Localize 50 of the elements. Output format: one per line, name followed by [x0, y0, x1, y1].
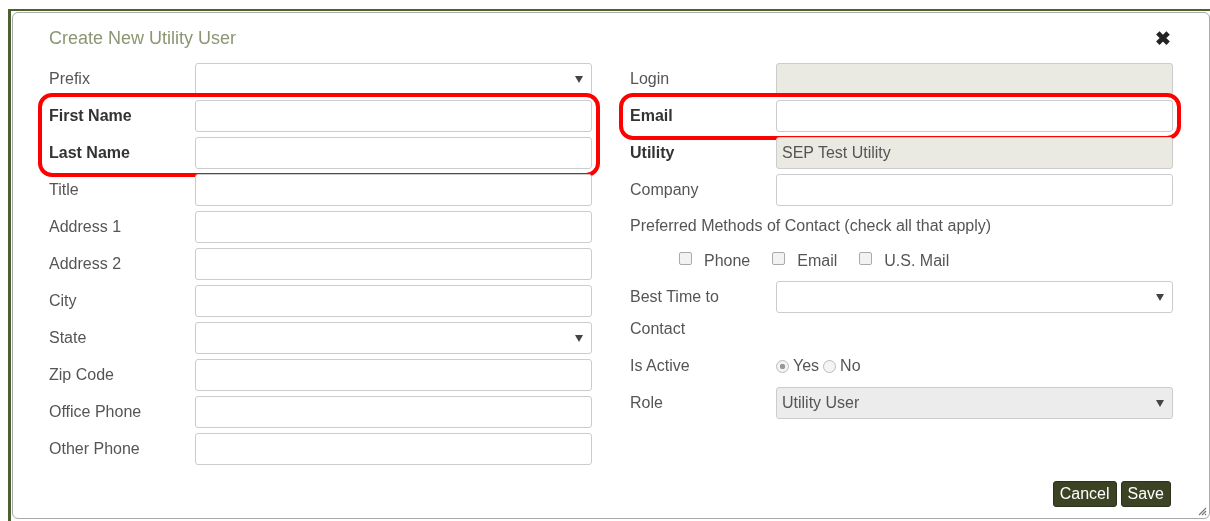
radio-label: No: [840, 357, 861, 375]
field-label: Last Name: [49, 143, 131, 163]
input-field[interactable]: [195, 211, 592, 243]
field-label: Best Time to Contact: [630, 287, 720, 339]
field-label: Other Phone: [49, 439, 141, 459]
input-field[interactable]: [195, 137, 592, 169]
input-field[interactable]: [195, 248, 592, 280]
field-label: Title: [49, 180, 80, 200]
checkbox-label: U.S. Mail: [884, 252, 950, 270]
dialog-button[interactable]: Save: [1120, 481, 1171, 507]
checkbox[interactable]: [772, 251, 786, 265]
input-field[interactable]: [776, 100, 1173, 132]
checkbox-label: Email: [797, 252, 838, 270]
dropdown[interactable]: [195, 63, 592, 95]
field-label: Is Active: [630, 356, 691, 376]
field-label: State: [49, 328, 88, 348]
field-label: Address 2: [49, 254, 123, 274]
dialog-title: Create New Utility User: [49, 27, 237, 49]
field-label: First Name: [49, 106, 133, 126]
field-label: Office Phone: [49, 402, 143, 422]
input-field[interactable]: [195, 100, 592, 132]
radio-button[interactable]: [776, 359, 789, 373]
radio-label: Yes: [793, 357, 820, 375]
caret-icon: [1156, 399, 1164, 407]
field-label: Prefix: [49, 69, 91, 89]
caret-icon: [575, 75, 583, 83]
field-label: Role: [630, 393, 664, 413]
field-label: Email: [630, 106, 674, 126]
input-field[interactable]: [776, 174, 1173, 206]
checkbox[interactable]: [859, 251, 873, 265]
checkbox[interactable]: [679, 251, 692, 265]
close-button[interactable]: ✖: [1155, 26, 1171, 50]
checkbox-label: Phone: [704, 252, 751, 270]
radio-button[interactable]: [823, 359, 837, 373]
input-field[interactable]: [195, 359, 592, 391]
input-field[interactable]: [195, 433, 592, 465]
caret-icon: [1156, 293, 1164, 301]
resize-grip-icon[interactable]: [1197, 506, 1207, 516]
input-field[interactable]: [195, 396, 592, 428]
field-label: City: [49, 291, 78, 311]
caret-icon: [575, 334, 583, 342]
field-label: Address 1: [49, 217, 123, 237]
input-field[interactable]: [195, 285, 592, 317]
input-field[interactable]: [195, 174, 592, 206]
field-label: Utility: [630, 143, 676, 163]
section-label: Preferred Methods of Contact (check all that apply): [630, 217, 992, 235]
dialog-button[interactable]: Cancel: [1052, 481, 1117, 507]
field-label: Zip Code: [49, 365, 115, 385]
field-label: Company: [630, 180, 700, 200]
field-label: Login: [630, 69, 671, 89]
